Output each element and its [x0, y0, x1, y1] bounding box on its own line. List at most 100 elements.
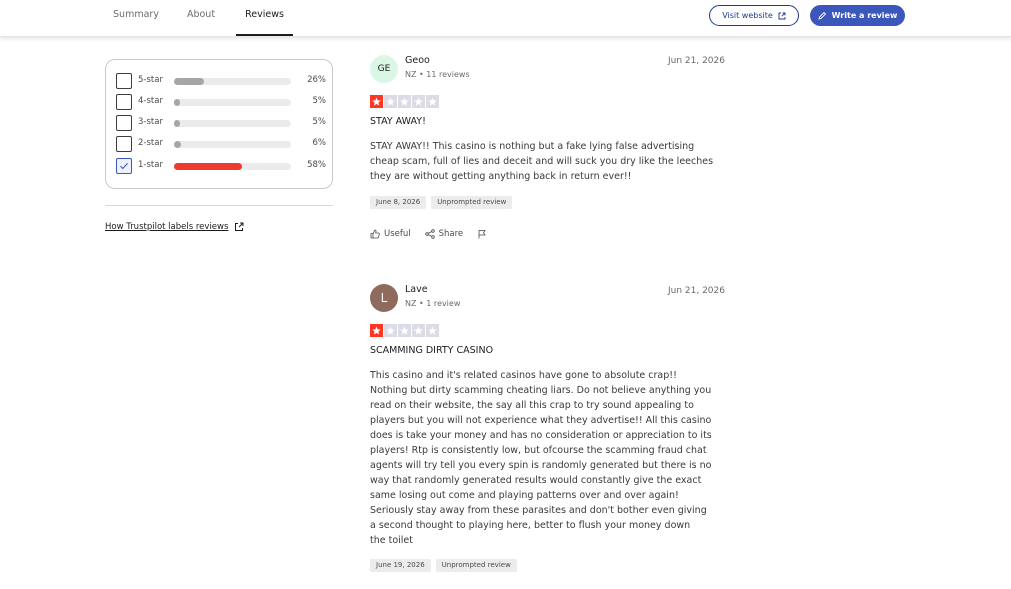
- visit-website-label: Visit website: [722, 11, 773, 20]
- filter-bar-track: [174, 99, 291, 106]
- flag-icon: [478, 230, 486, 239]
- review-body-line: does is take your money and has no consi…: [370, 430, 712, 441]
- filter-1-star[interactable]: 1-star 58%: [116, 158, 326, 175]
- star-icon: [398, 324, 411, 337]
- trustpilot-labels-link[interactable]: How Trustpilot labels reviews: [105, 222, 244, 232]
- star-icon: [412, 324, 425, 337]
- external-link-icon: [235, 222, 244, 231]
- review-body-line: agents will try tell you every spin is r…: [370, 460, 712, 471]
- experience-date-chip: June 8, 2026: [370, 196, 427, 209]
- review-body-line: This casino and it's related casinos hav…: [370, 370, 677, 381]
- filter-bar-track: [174, 78, 291, 85]
- divider: [105, 205, 333, 206]
- review-body: STAY AWAY!! This casino is nothing but a…: [370, 139, 725, 184]
- review-title[interactable]: SCAMMING DIRTY CASINO: [370, 345, 493, 356]
- report-button[interactable]: [477, 229, 487, 239]
- unprompted-review-chip[interactable]: Unprompted review: [431, 196, 513, 209]
- review-body: This casino and it's related casinos hav…: [370, 368, 725, 548]
- checkbox-4-star[interactable]: [116, 94, 132, 110]
- filter-percent: 5%: [312, 117, 327, 127]
- external-link-icon: [778, 12, 786, 19]
- tab-summary[interactable]: Summary: [105, 0, 167, 36]
- review-body-line: cheap scam, full of lies and deceit and …: [370, 156, 714, 167]
- reviewer-name[interactable]: Geoo: [405, 55, 430, 66]
- filter-bar-track: [174, 163, 291, 170]
- checkbox-1-star[interactable]: [116, 158, 132, 174]
- filter-bar-fill: [174, 120, 180, 127]
- review-card: GE Geoo NZ • 11 reviews Jun 21, 2026 STA…: [370, 55, 725, 250]
- useful-label: Useful: [384, 229, 411, 239]
- star-rating: [370, 95, 439, 108]
- filter-3-star[interactable]: 3-star 5%: [116, 115, 326, 132]
- share-label: Share: [438, 229, 464, 239]
- filter-percent: 26%: [307, 75, 326, 85]
- star-icon: [426, 324, 439, 337]
- check-icon: [120, 163, 129, 170]
- avatar[interactable]: GE: [370, 55, 398, 83]
- pencil-icon: [818, 11, 826, 20]
- review-body-line: read on their website, the say all this …: [370, 400, 694, 411]
- reviewer-name[interactable]: Lave: [405, 284, 428, 295]
- filter-percent: 6%: [312, 138, 327, 148]
- star-icon: [384, 324, 397, 337]
- filter-bar-track: [174, 120, 291, 127]
- tab-reviews[interactable]: Reviews: [236, 0, 293, 36]
- filter-bar-track: [174, 141, 291, 148]
- filter-bar-fill: [174, 78, 205, 85]
- star-icon: [370, 95, 383, 108]
- share-icon: [424, 229, 435, 239]
- star-filter-card: 5-star 26% 4-star 5% 3-star 5% 2-star 6%…: [105, 59, 333, 189]
- filter-label: 4-star: [138, 96, 163, 106]
- review-body-line: Nothing but dirty scamming cheating liar…: [370, 385, 712, 396]
- review-body-line: a second thought to playing here, better…: [370, 520, 691, 531]
- filter-4-star[interactable]: 4-star 5%: [116, 94, 326, 111]
- star-icon: [384, 95, 397, 108]
- review-body-line: they are without getting anything back i…: [370, 171, 632, 182]
- labels-link-text: How Trustpilot labels reviews: [105, 222, 229, 232]
- filter-bar-fill: [174, 163, 242, 170]
- filter-bar-fill: [174, 99, 180, 106]
- review-tags: June 19, 2026 Unprompted review: [370, 559, 517, 572]
- share-button[interactable]: Share: [424, 229, 464, 239]
- filter-percent: 58%: [307, 160, 326, 170]
- review-body-line: STAY AWAY!! This casino is nothing but a…: [370, 141, 695, 152]
- review-tags: June 8, 2026 Unprompted review: [370, 196, 513, 209]
- filter-bar-fill: [174, 141, 182, 148]
- review-title[interactable]: STAY AWAY!: [370, 116, 426, 127]
- thumbs-up-icon: [370, 229, 380, 239]
- visit-website-button[interactable]: Visit website: [709, 5, 799, 26]
- tab-about[interactable]: About: [178, 0, 224, 36]
- review-actions: Useful Share: [370, 229, 487, 239]
- experience-date-chip: June 19, 2026: [370, 559, 431, 572]
- review-card: L Lave NZ • 1 review Jun 21, 2026 SCAMMI…: [370, 284, 725, 584]
- review-body-line: Seriously stay away from these parasites…: [370, 505, 707, 516]
- avatar[interactable]: L: [370, 284, 398, 312]
- review-body-line: players but you will not experience what…: [370, 415, 712, 426]
- filter-label: 5-star: [138, 75, 163, 85]
- star-icon: [412, 95, 425, 108]
- star-rating: [370, 324, 439, 337]
- reviewer-meta: NZ • 11 reviews: [405, 70, 470, 79]
- top-nav: Summary About Reviews Visit website Writ…: [0, 0, 1011, 37]
- checkbox-2-star[interactable]: [116, 136, 132, 152]
- filter-2-star[interactable]: 2-star 6%: [116, 136, 326, 153]
- filter-5-star[interactable]: 5-star 26%: [116, 73, 326, 90]
- star-icon: [426, 95, 439, 108]
- unprompted-review-chip[interactable]: Unprompted review: [435, 559, 517, 572]
- filter-label: 3-star: [138, 117, 163, 127]
- checkbox-5-star[interactable]: [116, 73, 132, 89]
- review-body-line: players! Rtp is consistently low, but of…: [370, 445, 707, 456]
- checkbox-3-star[interactable]: [116, 115, 132, 131]
- filter-label: 2-star: [138, 138, 163, 148]
- review-body-line: way that randomly generated results woul…: [370, 475, 702, 486]
- filter-percent: 5%: [312, 96, 327, 106]
- useful-button[interactable]: Useful: [370, 229, 411, 239]
- review-date: Jun 21, 2026: [667, 56, 725, 66]
- write-review-button[interactable]: Write a review: [810, 5, 905, 26]
- review-body-line: the toilet: [370, 535, 413, 546]
- star-icon: [398, 95, 411, 108]
- write-review-label: Write a review: [831, 11, 898, 20]
- review-date: Jun 21, 2026: [667, 286, 725, 296]
- star-icon: [370, 324, 383, 337]
- review-body-line: same losing out come and playing pattern…: [370, 490, 679, 501]
